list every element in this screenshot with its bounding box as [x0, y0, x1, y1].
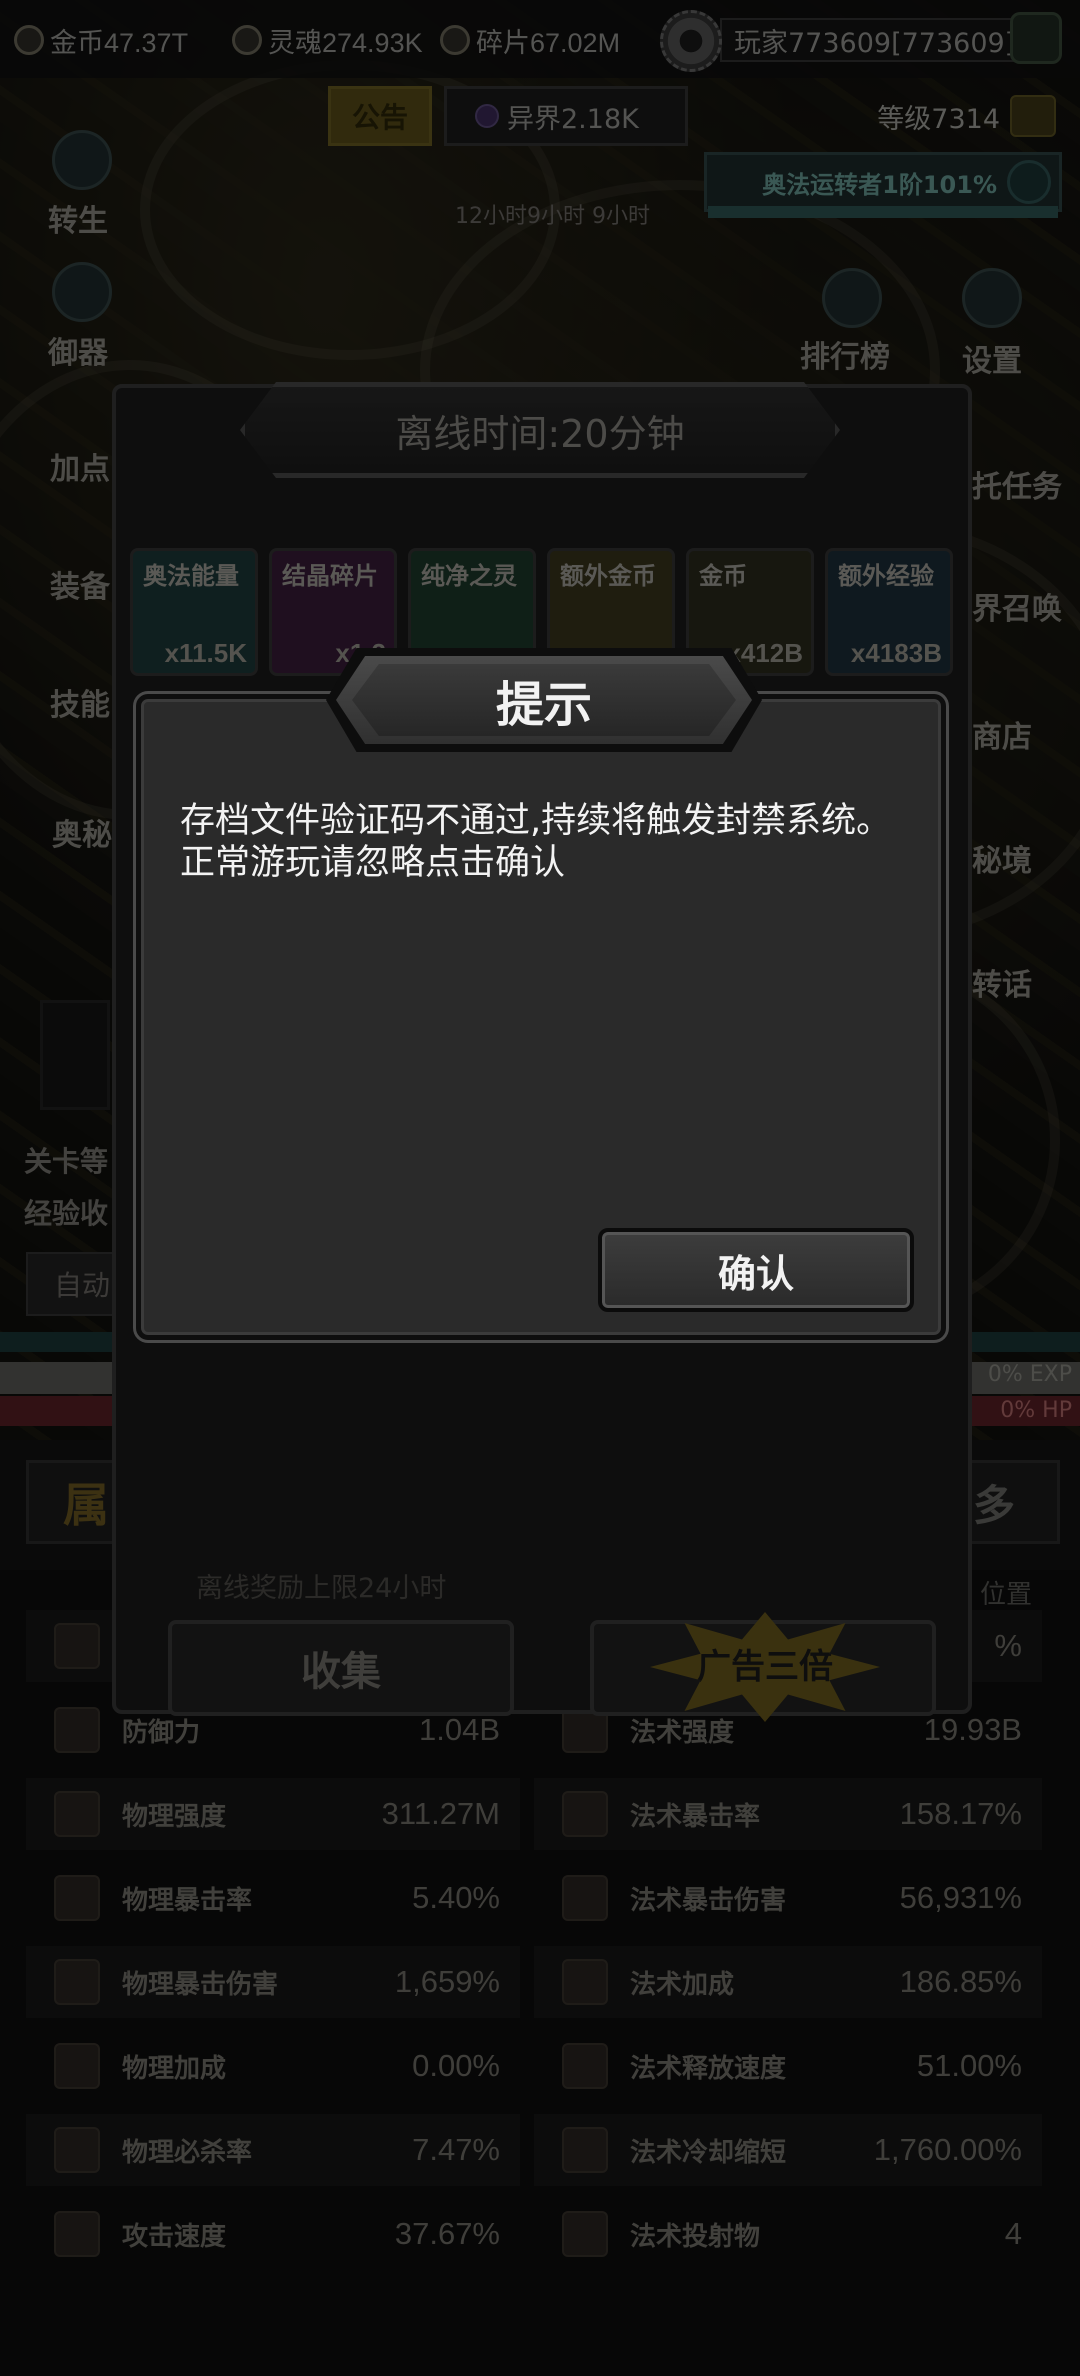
confirm-button[interactable]: 确认	[598, 1228, 914, 1312]
dialog-title: 提示	[352, 664, 736, 736]
dialog-message: 存档文件验证码不通过,持续将触发封禁系统。正常游玩请忽略点击确认	[180, 801, 892, 883]
